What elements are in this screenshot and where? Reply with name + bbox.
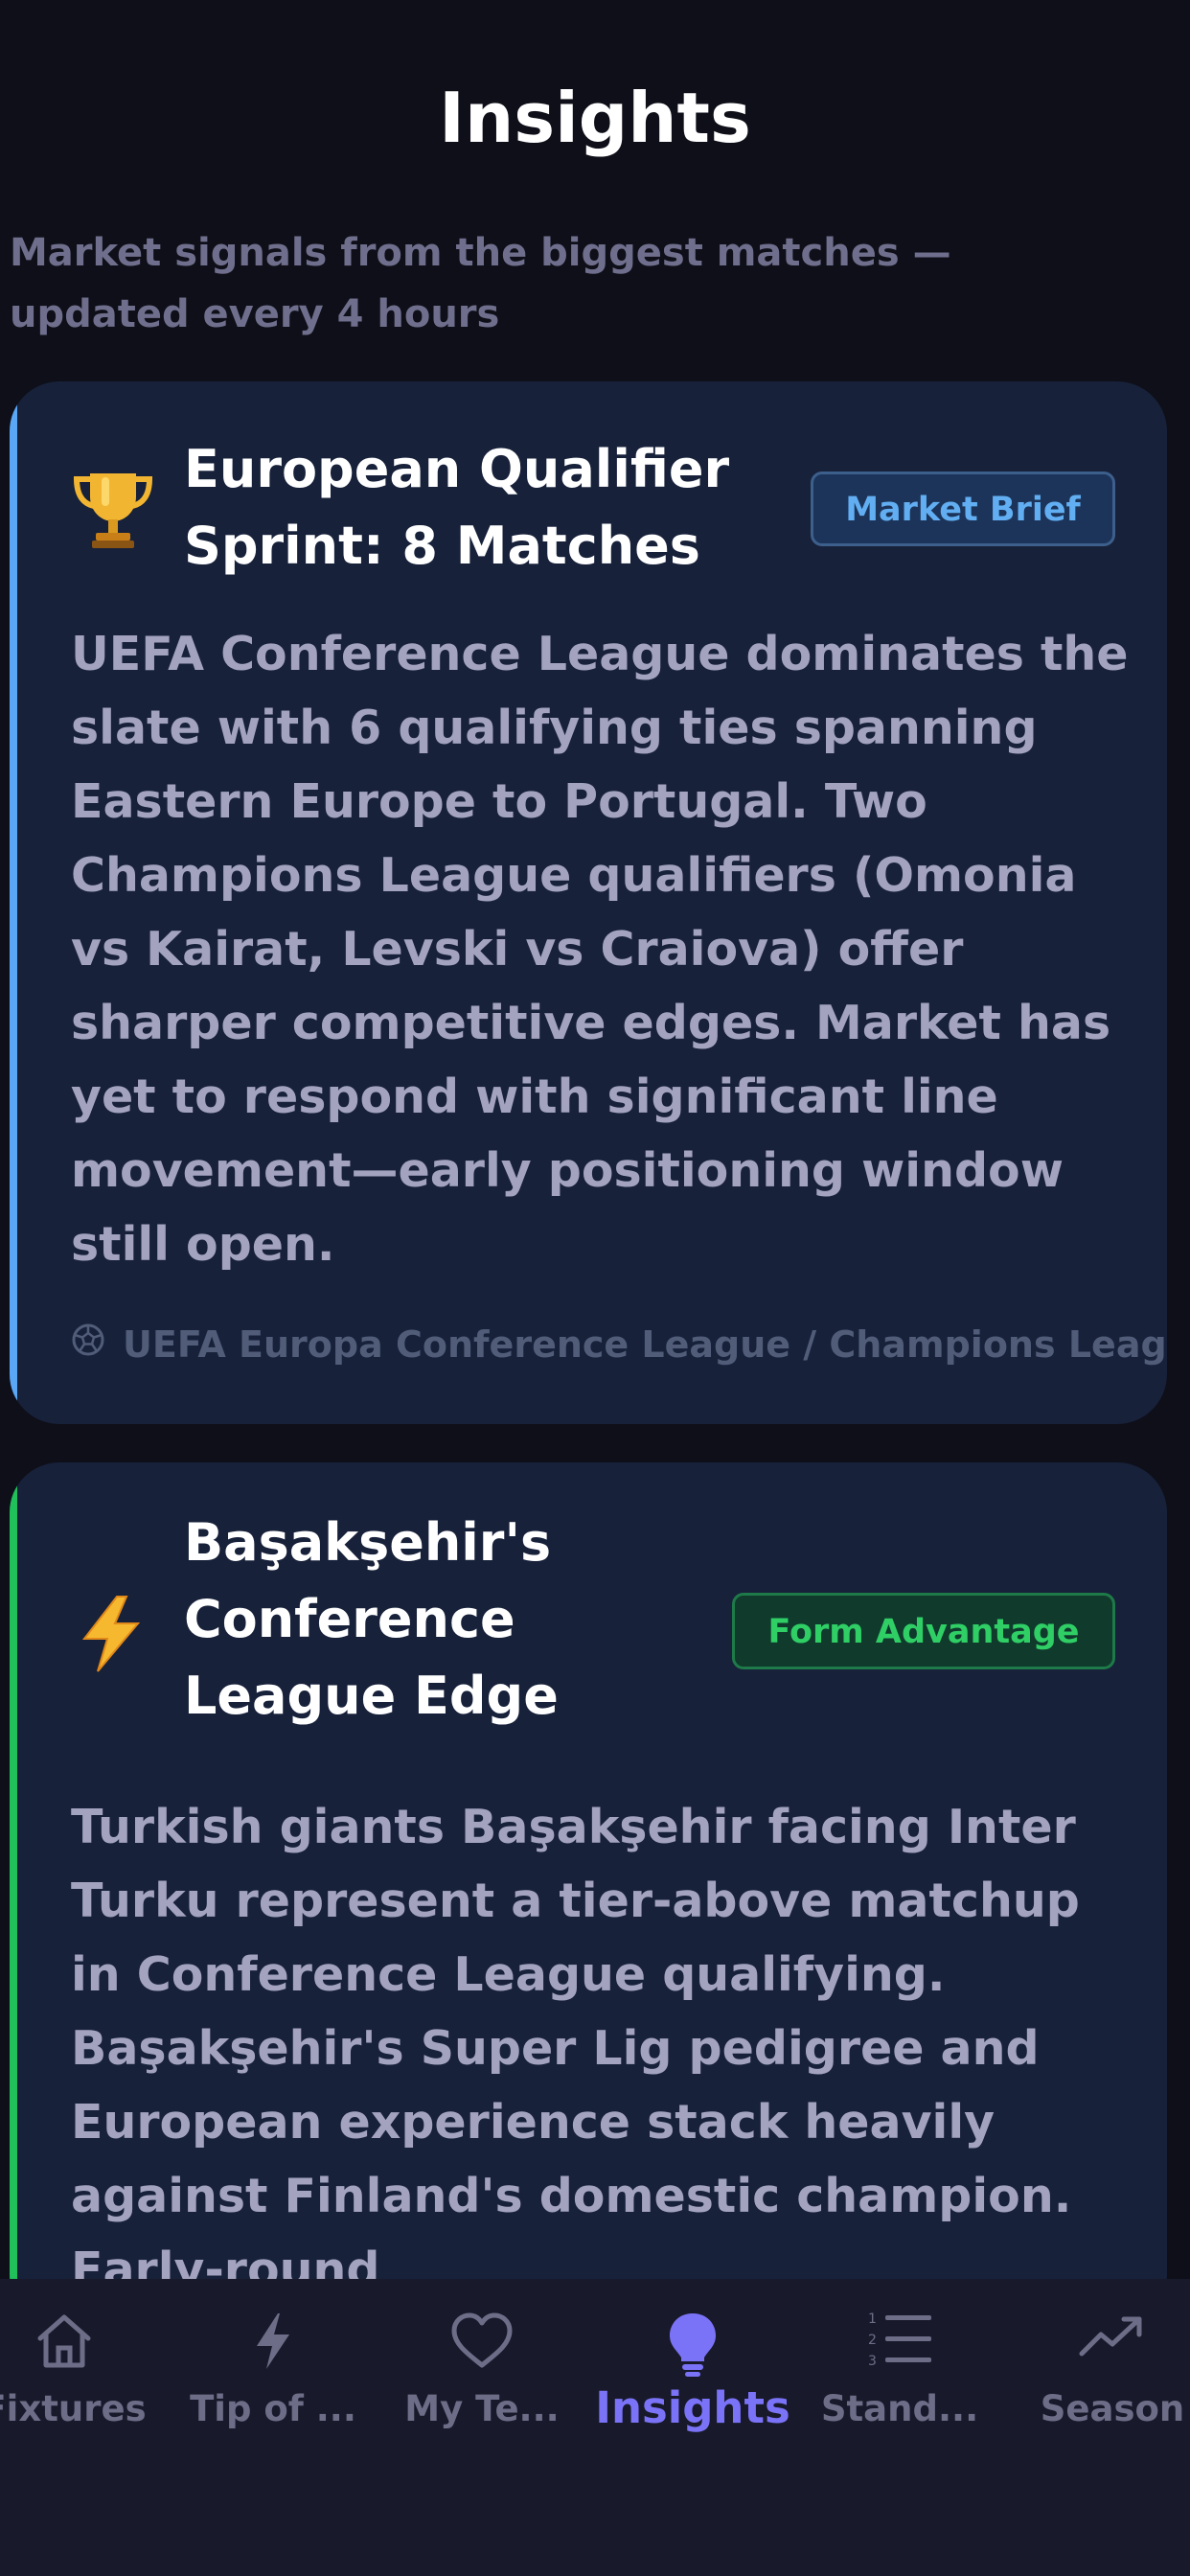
trophy-icon [69,464,157,556]
card-accent-bar [10,381,17,1424]
tab-label: Fixtures [0,2388,147,2429]
insight-card-form-advantage[interactable]: Başakşehir's Conference League Edge Form… [10,1462,1167,2325]
svg-text:3: 3 [868,2354,877,2369]
tab-my-teams[interactable]: My Te... [381,2279,583,2442]
svg-text:1: 1 [868,2312,877,2327]
tab-tip-of-the-day[interactable]: Tip of ... [172,2279,374,2442]
soccer-ball-icon [71,1321,105,1368]
home-icon [33,2310,96,2377]
tab-label: Stand... [820,2388,979,2429]
page-subtitle: Market signals from the biggest matches … [10,231,951,336]
tab-label: My Te... [404,2388,560,2429]
card-title: European Qualifier Sprint: 8 Matches [184,439,730,576]
tab-label: Tip of ... [190,2388,356,2429]
card-body: Turkish giants Başakşehir facing Inter T… [71,1800,1080,2297]
tab-fixtures[interactable]: Fixtures [0,2279,165,2442]
lightning-icon [69,1591,153,1679]
trend-icon [1078,2310,1147,2367]
card-accent-bar [10,1462,17,2325]
numbered-list-icon: 1 2 3 [866,2310,933,2373]
tab-standings[interactable]: 1 2 3 Stand... [799,2279,1000,2442]
tab-label: Season [1040,2388,1185,2429]
tab-insights[interactable]: Insights [592,2279,793,2442]
tab-season[interactable]: Season [1012,2279,1190,2442]
bolt-icon [241,2310,305,2377]
tab-label: Insights [595,2382,790,2433]
lightbulb-icon [664,2310,721,2382]
card-body: UEFA Conference League dominates the sla… [71,627,1129,1272]
heart-icon [448,2310,515,2377]
svg-text:2: 2 [868,2333,877,2348]
bottom-tab-bar: Fixtures Tip of ... My Te... Insights [0,2279,1190,2576]
league-tag: UEFA Europa Conference League / Champion… [71,1321,1167,1368]
category-badge: Market Brief [811,472,1115,546]
league-tag-label: UEFA Europa Conference League / Champion… [123,1323,1167,1366]
insight-card-market-brief[interactable]: European Qualifier Sprint: 8 Matches Mar… [10,381,1167,1424]
card-title: Başakşehir's Conference League Edge [184,1512,559,1726]
category-badge: Form Advantage [732,1593,1115,1669]
page-title: Insights [439,78,751,158]
